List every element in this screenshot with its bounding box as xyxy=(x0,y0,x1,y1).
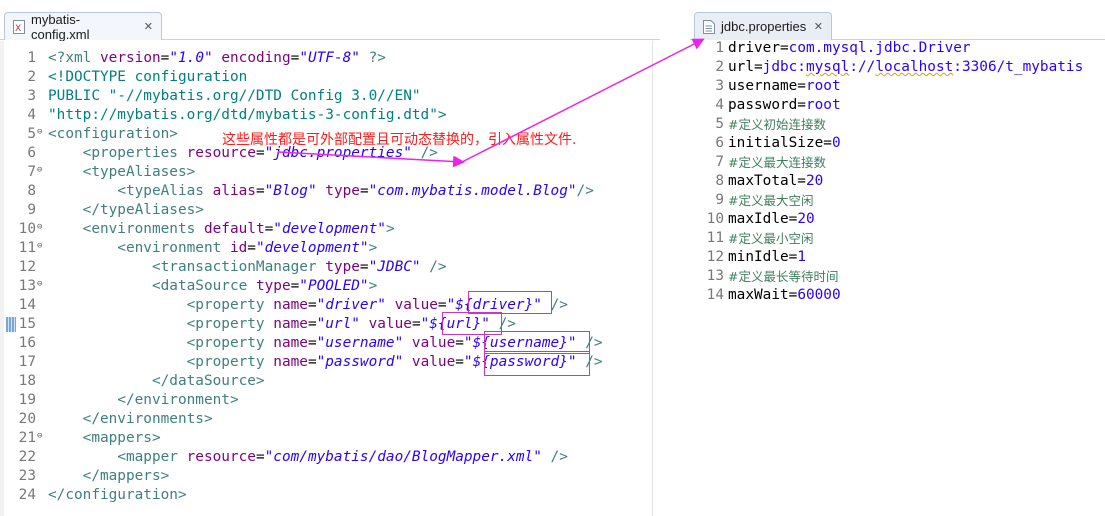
code-line[interactable]: </mappers> xyxy=(44,467,656,486)
code-line[interactable]: #定义最大连接数 xyxy=(728,153,1101,172)
line-number: 12 xyxy=(18,259,36,275)
line-number: 1 xyxy=(27,50,36,66)
code-line[interactable]: <typeAliases> xyxy=(44,163,656,182)
code-line[interactable]: </typeAliases> xyxy=(44,201,656,220)
close-icon[interactable]: ✕ xyxy=(814,20,823,33)
line-number-ruler: 1 2 3 4 5 6 7 8 9 10 11 12 13 14 xyxy=(694,40,728,516)
line-number: 8 xyxy=(27,183,36,199)
line-number: 11 xyxy=(706,230,724,246)
editor-tabbar-right: jdbc.properties ✕ xyxy=(690,0,1105,40)
line-number: 18 xyxy=(18,373,36,389)
line-number: 23 xyxy=(18,468,36,484)
code-line[interactable]: </environment> xyxy=(44,391,656,410)
line-number: 13 xyxy=(18,278,36,294)
line-number: 6 xyxy=(715,135,724,151)
tab-jdbc-properties[interactable]: jdbc.properties ✕ xyxy=(694,12,832,40)
line-number: 16 xyxy=(18,335,36,351)
tab-label: mybatis-config.xml xyxy=(31,11,90,42)
line-number: 6 xyxy=(27,145,36,161)
line-number: 9 xyxy=(27,202,36,218)
line-number: 20 xyxy=(18,411,36,427)
code-line[interactable]: #定义最小空闲 xyxy=(728,229,1101,248)
code-line[interactable]: maxWait=60000 xyxy=(728,286,1101,305)
properties-editor[interactable]: 1 2 3 4 5 6 7 8 9 10 11 12 13 14 driver=com.mysql.jdb… xyxy=(690,39,1105,516)
line-number: 3 xyxy=(715,78,724,94)
code-line[interactable]: username=root xyxy=(728,77,1101,96)
highlight-box-driver xyxy=(468,291,552,314)
code-line[interactable]: <!DOCTYPE configuration xyxy=(44,68,656,87)
properties-editor-pane: jdbc.properties ✕ 1 2 3 4 5 6 7 8 9 10 11 12 13 14 dr… xyxy=(690,0,1105,516)
code-line[interactable]: <typeAlias alias="Blog" type="com.mybati… xyxy=(44,182,656,201)
line-number: 4 xyxy=(715,97,724,113)
code-line[interactable]: password=root xyxy=(728,96,1101,115)
line-number: 1 xyxy=(715,40,724,56)
code-line[interactable]: minIdle=1 xyxy=(728,248,1101,267)
code-line[interactable]: url=jdbc:mysql://localhost:3306/t_mybati… xyxy=(728,58,1101,77)
code-line[interactable]: <mapper resource="com/mybatis/dao/BlogMa… xyxy=(44,448,656,467)
code-line[interactable]: maxIdle=20 xyxy=(728,210,1101,229)
code-line[interactable]: #定义最大空闲 xyxy=(728,191,1101,210)
line-number: 12 xyxy=(706,249,724,265)
change-marker xyxy=(6,317,16,332)
line-number: 8 xyxy=(715,173,724,189)
line-number: 10 xyxy=(706,211,724,227)
code-line[interactable]: </environments> xyxy=(44,410,656,429)
code-editor[interactable]: 1 2 3 4 5 ⊖ 6 7 ⊖ 8 9 10 ⊖ 11 ⊖ 12 13 ⊖ 14 15 16 17 18 19 20 21 ⊖ 2… xyxy=(0,41,660,516)
line-number: 14 xyxy=(706,287,724,303)
line-number: 10 xyxy=(18,221,36,237)
line-number: 3 xyxy=(27,88,36,104)
line-number: 7 xyxy=(27,164,36,180)
line-number: 22 xyxy=(18,449,36,465)
code-line[interactable]: PUBLIC "-//mybatis.org//DTD Config 3.0//… xyxy=(44,87,656,106)
code-area[interactable]: <?xml version="1.0" encoding="UTF-8" ?> <… xyxy=(44,41,656,516)
line-number: 14 xyxy=(18,297,36,313)
overview-ruler xyxy=(1101,82,1105,516)
line-number: 7 xyxy=(715,154,724,170)
code-line[interactable]: #定义初始连接数 xyxy=(728,115,1101,134)
code-line[interactable]: <property name="driver" value="${driver}… xyxy=(44,296,656,315)
code-line[interactable]: initialSize=0 xyxy=(728,134,1101,153)
code-line[interactable]: <mappers> xyxy=(44,429,656,448)
code-line[interactable]: </configuration> xyxy=(44,486,656,505)
tab-mybatis-config[interactable]: X mybatis-config.xml ✕ xyxy=(4,11,162,42)
code-line[interactable]: maxTotal=20 xyxy=(728,172,1101,191)
line-number: 5 xyxy=(27,126,36,142)
code-line[interactable]: driver=com.mysql.jdbc.Driver xyxy=(728,39,1101,58)
xml-file-icon: X xyxy=(13,19,25,34)
line-number: 13 xyxy=(706,268,724,284)
line-number: 2 xyxy=(27,69,36,85)
line-number: 21 xyxy=(18,430,36,446)
line-number-ruler: 1 2 3 4 5 ⊖ 6 7 ⊖ 8 9 10 ⊖ 11 ⊖ 12 13 ⊖ 14 15 16 17 18 19 20 21 ⊖ 2… xyxy=(4,41,44,516)
code-line[interactable]: <environment id="development"> xyxy=(44,239,656,258)
code-line[interactable]: <dataSource type="POOLED"> xyxy=(44,277,656,296)
text-file-icon xyxy=(703,19,715,34)
code-line[interactable]: <environments default="development"> xyxy=(44,220,656,239)
editor-splitter[interactable] xyxy=(660,0,690,516)
code-line[interactable]: "http://mybatis.org/dtd/mybatis-3-config… xyxy=(44,106,656,125)
line-number: 11 xyxy=(18,240,36,256)
line-number: 19 xyxy=(18,392,36,408)
code-line[interactable]: #定义最长等待时间 xyxy=(728,267,1101,286)
code-line[interactable]: <?xml version="1.0" encoding="UTF-8" ?> xyxy=(44,49,656,68)
line-number: 24 xyxy=(18,487,36,503)
tab-label: jdbc.properties xyxy=(721,19,807,34)
svg-text:X: X xyxy=(15,24,21,34)
close-icon[interactable]: ✕ xyxy=(144,20,153,33)
code-area[interactable]: driver=com.mysql.jdbc.Driver url=jdbc:mys… xyxy=(728,39,1101,516)
line-number: 5 xyxy=(715,116,724,132)
code-line[interactable]: <transactionManager type="JDBC" /> xyxy=(44,258,656,277)
xml-editor-pane: X mybatis-config.xml ✕ 1 2 3 4 5 ⊖ 6 7 ⊖ 8 9 10 ⊖ 11 ⊖… xyxy=(0,0,660,516)
line-number: 17 xyxy=(18,354,36,370)
line-number: 9 xyxy=(715,192,724,208)
print-margin xyxy=(652,41,653,516)
highlight-box-password xyxy=(484,351,590,376)
editor-tabbar: X mybatis-config.xml ✕ xyxy=(0,0,660,42)
annotation-text: 这些属性都是可外部配置且可动态替换的，引入属性文件. xyxy=(222,132,577,148)
line-number: 4 xyxy=(27,107,36,123)
line-number: 2 xyxy=(715,59,724,75)
